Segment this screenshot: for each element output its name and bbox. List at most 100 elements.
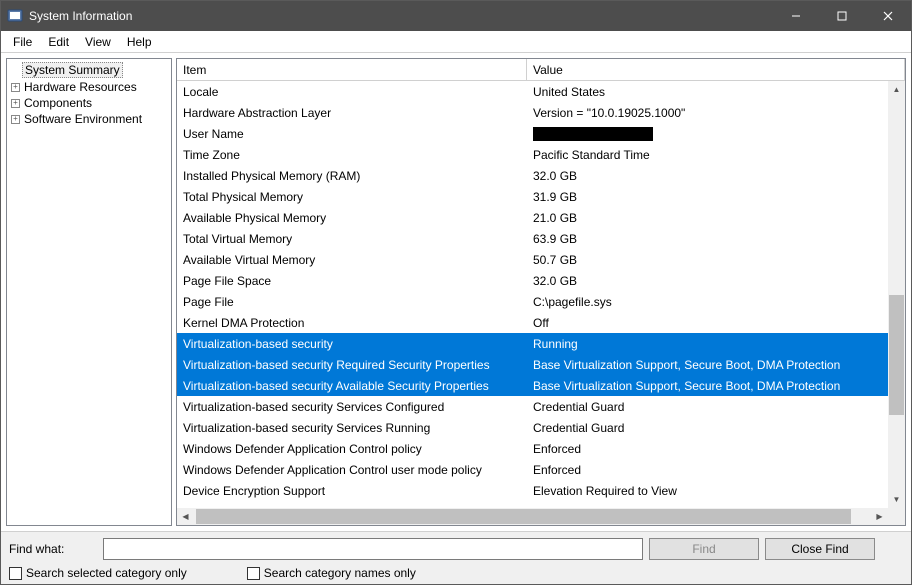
scroll-track[interactable] — [888, 98, 905, 491]
checkbox-icon[interactable] — [247, 567, 260, 580]
find-label: Find what: — [9, 542, 97, 556]
cell-value: Off — [527, 316, 888, 330]
window-title: System Information — [29, 9, 773, 23]
window-buttons — [773, 1, 911, 31]
checkbox-search-selected[interactable]: Search selected category only — [9, 566, 187, 580]
horizontal-scrollbar[interactable]: ◀ ▶ — [177, 508, 888, 525]
cell-item: Virtualization-based security Available … — [177, 379, 527, 393]
scroll-right-icon[interactable]: ▶ — [871, 508, 888, 525]
category-tree[interactable]: System Summary + Hardware Resources + Co… — [6, 58, 172, 526]
checkbox-icon[interactable] — [9, 567, 22, 580]
menu-view[interactable]: View — [77, 33, 119, 51]
scroll-left-icon[interactable]: ◀ — [177, 508, 194, 525]
cell-item: Installed Physical Memory (RAM) — [177, 169, 527, 183]
cell-value: 32.0 GB — [527, 169, 888, 183]
cell-value: Enforced — [527, 442, 888, 456]
expand-icon[interactable]: + — [11, 99, 20, 108]
cell-item: Windows Defender Application Control pol… — [177, 442, 527, 456]
table-row[interactable]: Time ZonePacific Standard Time — [177, 144, 888, 165]
cell-item: Windows Defender Application Control use… — [177, 463, 527, 477]
details-list: Item Value LocaleUnited StatesHardware A… — [176, 58, 906, 526]
tree-node-system-summary[interactable]: System Summary — [7, 61, 171, 79]
scroll-thumb[interactable] — [889, 295, 904, 415]
scroll-thumb[interactable] — [196, 509, 851, 524]
cell-value: Credential Guard — [527, 400, 888, 414]
scroll-track[interactable] — [194, 508, 871, 525]
cell-item: Virtualization-based security — [177, 337, 527, 351]
cell-value: 21.0 GB — [527, 211, 888, 225]
cell-value: Credential Guard — [527, 421, 888, 435]
menu-bar: File Edit View Help — [1, 31, 911, 53]
cell-item: Virtualization-based security Services R… — [177, 421, 527, 435]
cell-item: Hardware Abstraction Layer — [177, 106, 527, 120]
tree-node-software-environment[interactable]: + Software Environment — [7, 111, 171, 127]
checkbox-search-names[interactable]: Search category names only — [247, 566, 416, 580]
table-row[interactable]: Device Encryption SupportElevation Requi… — [177, 480, 888, 501]
table-row[interactable]: Available Physical Memory21.0 GB — [177, 207, 888, 228]
close-button[interactable] — [865, 1, 911, 31]
cell-item: Time Zone — [177, 148, 527, 162]
app-icon — [7, 8, 23, 24]
find-button[interactable]: Find — [649, 538, 759, 560]
table-row[interactable]: Windows Defender Application Control use… — [177, 459, 888, 480]
cell-item: Page File Space — [177, 274, 527, 288]
column-header-item[interactable]: Item — [177, 59, 527, 80]
list-header: Item Value — [177, 59, 905, 81]
find-bar: Find what: Find Close Find Search select… — [1, 531, 911, 584]
table-row[interactable]: Page File Space32.0 GB — [177, 270, 888, 291]
table-row[interactable]: Virtualization-based security Required S… — [177, 354, 888, 375]
body: System Summary + Hardware Resources + Co… — [1, 53, 911, 531]
cell-value: C:\pagefile.sys — [527, 295, 888, 309]
app-window: System Information File Edit View Help S… — [0, 0, 912, 585]
cell-value: 50.7 GB — [527, 253, 888, 267]
cell-value: United States — [527, 85, 888, 99]
vertical-scrollbar[interactable]: ▲ ▼ — [888, 81, 905, 508]
expand-icon[interactable]: + — [11, 115, 20, 124]
table-row[interactable]: Virtualization-based security Services R… — [177, 417, 888, 438]
table-row[interactable]: Total Virtual Memory63.9 GB — [177, 228, 888, 249]
scroll-corner — [888, 508, 905, 525]
close-find-button[interactable]: Close Find — [765, 538, 875, 560]
cell-value: Elevation Required to View — [527, 484, 888, 498]
cell-value: 32.0 GB — [527, 274, 888, 288]
table-row[interactable]: User Name — [177, 123, 888, 144]
cell-value: Enforced — [527, 463, 888, 477]
scroll-up-icon[interactable]: ▲ — [888, 81, 905, 98]
maximize-button[interactable] — [819, 1, 865, 31]
table-row[interactable]: Hardware Abstraction LayerVersion = "10.… — [177, 102, 888, 123]
minimize-button[interactable] — [773, 1, 819, 31]
scroll-down-icon[interactable]: ▼ — [888, 491, 905, 508]
find-input[interactable] — [103, 538, 643, 560]
cell-item: Kernel DMA Protection — [177, 316, 527, 330]
cell-item: User Name — [177, 127, 527, 141]
column-header-value[interactable]: Value — [527, 59, 905, 80]
table-row[interactable]: Available Virtual Memory50.7 GB — [177, 249, 888, 270]
table-row[interactable]: Installed Physical Memory (RAM)32.0 GB — [177, 165, 888, 186]
cell-value: Pacific Standard Time — [527, 148, 888, 162]
cell-item: Virtualization-based security Required S… — [177, 358, 527, 372]
table-row[interactable]: Total Physical Memory31.9 GB — [177, 186, 888, 207]
table-row[interactable]: LocaleUnited States — [177, 81, 888, 102]
cell-value: Base Virtualization Support, Secure Boot… — [527, 358, 888, 372]
expand-icon[interactable]: + — [11, 83, 20, 92]
menu-file[interactable]: File — [5, 33, 40, 51]
table-row[interactable]: Kernel DMA ProtectionOff — [177, 312, 888, 333]
title-bar[interactable]: System Information — [1, 1, 911, 31]
table-row[interactable]: Windows Defender Application Control pol… — [177, 438, 888, 459]
tree-node-hardware-resources[interactable]: + Hardware Resources — [7, 79, 171, 95]
cell-value: Base Virtualization Support, Secure Boot… — [527, 379, 888, 393]
menu-edit[interactable]: Edit — [40, 33, 77, 51]
cell-item: Total Virtual Memory — [177, 232, 527, 246]
table-row[interactable]: Virtualization-based securityRunning — [177, 333, 888, 354]
table-row[interactable]: Virtualization-based security Services C… — [177, 396, 888, 417]
tree-node-components[interactable]: + Components — [7, 95, 171, 111]
menu-help[interactable]: Help — [119, 33, 160, 51]
list-body: LocaleUnited StatesHardware Abstraction … — [177, 81, 905, 525]
cell-item: Total Physical Memory — [177, 190, 527, 204]
table-row[interactable]: Page FileC:\pagefile.sys — [177, 291, 888, 312]
table-row[interactable]: Virtualization-based security Available … — [177, 375, 888, 396]
cell-item: Device Encryption Support — [177, 484, 527, 498]
cell-item: Available Virtual Memory — [177, 253, 527, 267]
cell-item: Page File — [177, 295, 527, 309]
list-rows[interactable]: LocaleUnited StatesHardware Abstraction … — [177, 81, 888, 508]
